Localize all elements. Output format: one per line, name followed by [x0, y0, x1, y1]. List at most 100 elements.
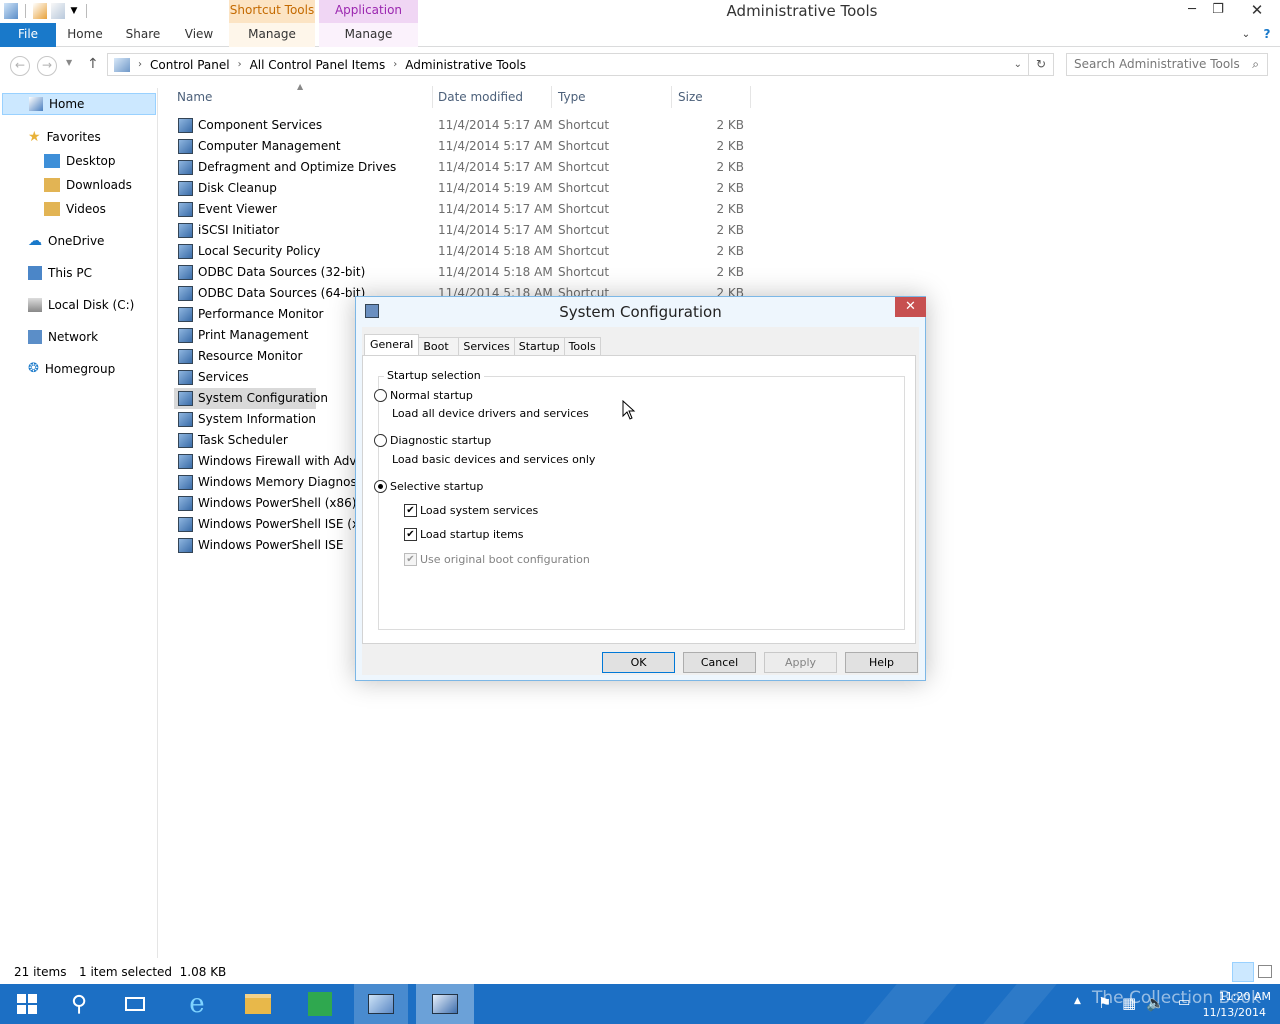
table-row[interactable]: Local Security Policy 11/4/2014 5:18 AM Sh… [174, 241, 750, 262]
dialog-title-bar[interactable]: System Configuration [356, 297, 925, 327]
file-name: Windows PowerShell ISE [198, 538, 344, 552]
checkbox[interactable]: ✔ [404, 504, 417, 517]
column-divider[interactable] [432, 86, 433, 108]
tab-boot[interactable]: Boot [418, 337, 460, 356]
breadcrumb-separator[interactable]: › [238, 59, 242, 70]
column-header-name[interactable]: Name [177, 88, 212, 106]
clock-date[interactable]: 11/13/2014 [1200, 1006, 1266, 1024]
ok-button[interactable]: OK [602, 652, 675, 673]
search-taskbar-button[interactable]: ⚲ [52, 984, 106, 1024]
table-row[interactable]: ODBC Data Sources (32-bit) 11/4/2014 5:18… [174, 262, 750, 283]
tab-view[interactable]: View [180, 23, 218, 47]
file-explorer-button[interactable] [231, 984, 285, 1024]
breadcrumb-all-items[interactable]: All Control Panel Items [250, 58, 386, 72]
task-view-button[interactable] [108, 984, 162, 1024]
nav-item-this-pc[interactable]: This PC [28, 262, 92, 284]
nav-item-downloads[interactable]: Downloads [44, 174, 132, 196]
table-row[interactable]: Computer Management 11/4/2014 5:17 AM Shor… [174, 136, 750, 157]
tab-tools[interactable]: Tools [563, 337, 601, 356]
column-divider[interactable] [551, 86, 552, 108]
network-icon[interactable]: ▦ [1122, 994, 1136, 1024]
radio-button[interactable] [374, 389, 387, 402]
forward-button[interactable]: → [37, 56, 57, 76]
help-icon[interactable]: ? [1258, 23, 1276, 47]
column-header-type[interactable]: Type [558, 88, 586, 106]
search-input[interactable]: Search Administrative Tools ⌕ [1066, 53, 1268, 76]
ribbon-expand-icon[interactable]: ⌄ [1238, 23, 1254, 47]
large-icons-view-icon[interactable] [1258, 965, 1272, 978]
column-divider[interactable] [750, 86, 751, 108]
back-button[interactable]: ← [10, 56, 30, 76]
table-row[interactable]: Component Services 11/4/2014 5:17 AM Short… [174, 115, 750, 136]
tab-share[interactable]: Share [122, 23, 164, 47]
cancel-button[interactable]: Cancel [683, 652, 756, 673]
navigation-pane: Home ★ Favorites Desktop Downloads Video… [0, 88, 158, 958]
radio-button[interactable] [374, 480, 387, 493]
refresh-button[interactable]: ↻ [1029, 53, 1054, 76]
breadcrumb-separator[interactable]: › [393, 59, 397, 70]
recent-locations-icon[interactable]: ▼ [66, 58, 72, 67]
dialog-close-button[interactable]: ✕ [895, 297, 926, 317]
nav-item-local-disk[interactable]: Local Disk (C:) [28, 294, 134, 316]
close-button[interactable]: ✕ [1240, 0, 1274, 22]
column-header-size[interactable]: Size [678, 88, 703, 106]
table-row[interactable]: Event Viewer 11/4/2014 5:17 AM Shortcut 2 K… [174, 199, 750, 220]
apply-button[interactable]: Apply [764, 652, 837, 673]
show-hidden-icons[interactable]: ▲ [1074, 996, 1081, 1024]
new-folder-icon[interactable] [33, 3, 47, 19]
radio-button[interactable] [374, 434, 387, 447]
load-system-services-checkbox[interactable]: ✔ Load system services [404, 504, 538, 517]
table-row-selected[interactable]: System Configuration [174, 388, 328, 409]
nav-item-videos[interactable]: Videos [44, 198, 106, 220]
administrative-tools-taskbar-button[interactable] [354, 984, 408, 1024]
search-icon[interactable]: ⌕ [1252, 54, 1259, 75]
properties-icon[interactable] [4, 3, 18, 19]
nav-item-homegroup[interactable]: ❂ Homegroup [28, 358, 115, 380]
selective-startup-radio[interactable]: Selective startup [374, 480, 483, 493]
tab-startup[interactable]: Startup [513, 337, 565, 356]
column-header-date[interactable]: Date modified [438, 88, 523, 106]
tab-manage-application[interactable]: Manage [319, 23, 418, 47]
system-configuration-taskbar-button[interactable] [416, 984, 474, 1024]
use-original-boot-checkbox[interactable]: ✔ Use original boot configuration [404, 553, 590, 566]
tab-services[interactable]: Services [458, 337, 515, 356]
tab-manage-shortcut[interactable]: Manage [229, 23, 315, 47]
breadcrumb-control-panel[interactable]: Control Panel [150, 58, 230, 72]
tab-file[interactable]: File [0, 23, 56, 47]
address-bar[interactable]: › Control Panel › All Control Panel Item… [107, 53, 1029, 76]
nav-item-favorites[interactable]: ★ Favorites [28, 126, 101, 148]
address-dropdown-icon[interactable]: ⌄ [1014, 59, 1022, 70]
table-row[interactable]: Disk Cleanup 11/4/2014 5:19 AM Shortcut 2 K… [174, 178, 750, 199]
tab-home[interactable]: Home [62, 23, 108, 47]
checkbox[interactable]: ✔ [404, 553, 417, 566]
start-button[interactable] [0, 984, 54, 1024]
table-row[interactable]: iSCSI Initiator 11/4/2014 5:17 AM Shortcut… [174, 220, 750, 241]
breadcrumb-separator[interactable]: › [138, 59, 142, 70]
internet-explorer-button[interactable]: e [170, 984, 224, 1024]
column-divider[interactable] [671, 86, 672, 108]
checkbox[interactable]: ✔ [404, 528, 417, 541]
volume-icon[interactable]: 🔈 [1146, 994, 1165, 1024]
help-button[interactable]: Help [845, 652, 918, 673]
breadcrumb-administrative-tools[interactable]: Administrative Tools [405, 58, 526, 72]
folder-icon[interactable] [51, 3, 65, 19]
store-button[interactable] [293, 984, 347, 1024]
table-row[interactable]: Defragment and Optimize Drives 11/4/2014 … [174, 157, 750, 178]
qat-dropdown-icon[interactable]: ▼ [69, 3, 79, 19]
tab-general[interactable]: General [364, 334, 420, 356]
normal-startup-radio[interactable]: Normal startup [374, 389, 473, 402]
up-button[interactable]: ↑ [87, 56, 99, 72]
minimize-button[interactable]: ─ [1178, 0, 1206, 22]
nav-item-home[interactable]: Home [2, 93, 156, 115]
diagnostic-startup-radio[interactable]: Diagnostic startup [374, 434, 491, 447]
maximize-button[interactable]: ❐ [1204, 0, 1232, 22]
nav-item-desktop[interactable]: Desktop [44, 150, 116, 172]
details-view-icon[interactable] [1232, 962, 1254, 982]
keyboard-icon[interactable]: ▭ [1178, 995, 1190, 1024]
cloud-icon: ☁ [28, 233, 42, 249]
load-startup-items-checkbox[interactable]: ✔ Load startup items [404, 528, 524, 541]
shortcut-icon [178, 307, 193, 322]
nav-item-onedrive[interactable]: ☁ OneDrive [28, 230, 104, 252]
nav-item-network[interactable]: Network [28, 326, 98, 348]
action-center-flag-icon[interactable]: ⚑ [1098, 994, 1111, 1024]
